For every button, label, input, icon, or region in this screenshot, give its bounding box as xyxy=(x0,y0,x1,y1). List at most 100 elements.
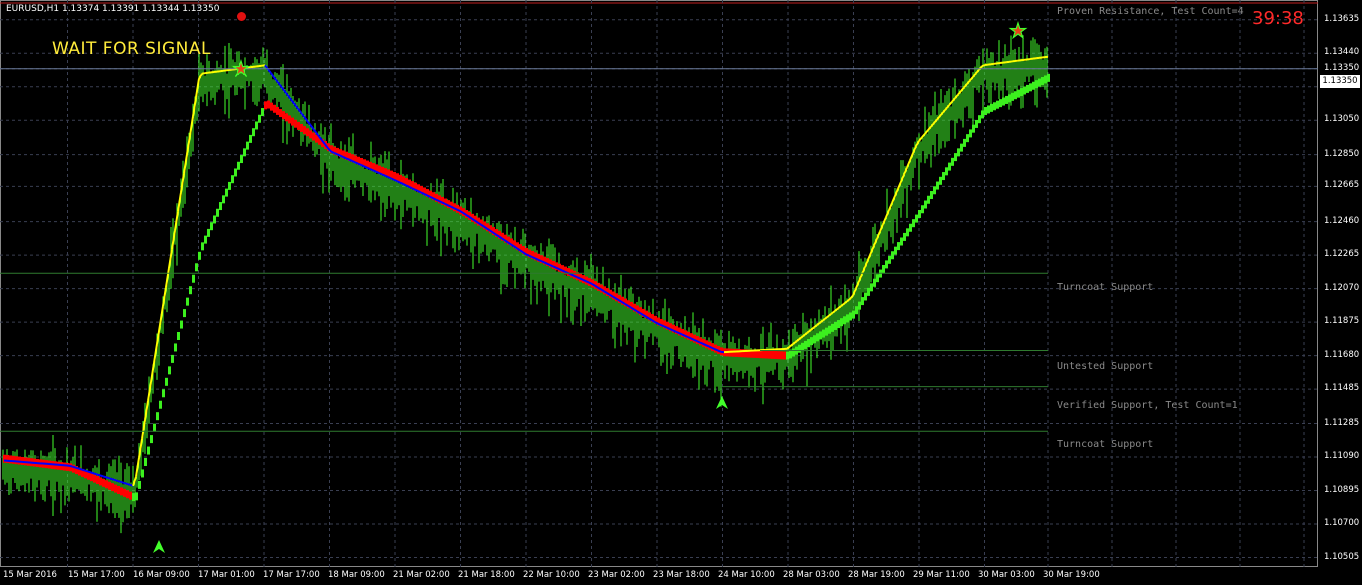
trend-band-segment xyxy=(234,168,237,177)
trend-band-segment xyxy=(177,332,180,340)
time-axis[interactable]: 15 Mar 2016 15 Mar 17:00 16 Mar 09:00 17 Ma… xyxy=(0,567,1362,585)
moving-average-segment xyxy=(333,151,338,156)
trend-band-segment xyxy=(849,312,852,321)
trend-band-segment xyxy=(831,323,834,332)
trend-band-segment xyxy=(801,342,804,351)
trend-band-segment xyxy=(969,129,972,138)
trend-band-segment xyxy=(819,331,822,340)
moving-average-segment xyxy=(588,281,593,285)
moving-average-segment xyxy=(429,195,434,200)
symbol-header: EURUSD,H1 1.13374 1.13391 1.13344 1.1335… xyxy=(6,4,220,14)
trend-band-segment xyxy=(792,348,795,357)
price-tick-label: 1.12070 xyxy=(1324,282,1360,293)
trend-band-segment xyxy=(1023,86,1026,95)
trend-band-segment xyxy=(951,157,954,166)
moving-average-segment xyxy=(360,164,365,168)
moving-average-segment xyxy=(663,325,668,329)
moving-average-segment xyxy=(558,268,563,272)
trend-band-segment xyxy=(189,286,192,295)
moving-average-segment xyxy=(363,165,368,169)
moving-average-segment xyxy=(669,328,674,332)
moving-average-segment xyxy=(981,64,986,68)
moving-average-segment xyxy=(696,340,701,344)
trend-band-segment xyxy=(291,117,294,126)
time-tick-label: 29 Mar 11:00 xyxy=(913,570,970,580)
trend-band-segment xyxy=(273,104,276,113)
trend-band-segment xyxy=(840,318,843,327)
trend-band-segment xyxy=(1020,88,1023,97)
time-tick-label: 22 Mar 10:00 xyxy=(523,570,580,580)
trend-band-segment xyxy=(777,351,780,360)
trend-band-segment xyxy=(90,473,93,482)
time-tick-label: 30 Mar 03:00 xyxy=(978,570,1035,580)
trend-band-segment xyxy=(936,181,939,190)
time-tick-label: 17 Mar 01:00 xyxy=(198,570,255,580)
trend-band-segment xyxy=(180,320,183,329)
moving-average-segment xyxy=(687,336,692,340)
price-tick-label: 1.13050 xyxy=(1324,114,1360,125)
trend-band-segment xyxy=(93,474,96,483)
trend-band-segment xyxy=(135,492,138,501)
trend-band-segment xyxy=(804,340,807,349)
trend-band-segment xyxy=(885,260,888,269)
trend-band-segment xyxy=(903,232,906,241)
moving-average-segment xyxy=(561,269,566,273)
price-tick-label: 1.11090 xyxy=(1324,451,1360,462)
moving-average-segment xyxy=(525,253,530,257)
trend-band-segment xyxy=(108,481,111,490)
trend-band-segment xyxy=(924,200,927,209)
trend-band-segment xyxy=(303,126,306,135)
moving-average-segment xyxy=(396,180,401,184)
trend-band-segment xyxy=(165,377,168,386)
trend-band-segment xyxy=(156,412,159,421)
trend-band-segment xyxy=(975,119,978,128)
moving-average-segment xyxy=(297,108,302,114)
trend-band-segment xyxy=(915,214,918,223)
trend-band-segment xyxy=(873,278,876,287)
trend-band-segment xyxy=(1032,81,1035,90)
trend-band-segment xyxy=(300,123,303,132)
moving-average-segment xyxy=(84,469,89,473)
moving-average-segment xyxy=(378,172,383,176)
trend-band-segment xyxy=(258,114,261,123)
moving-average-segment xyxy=(435,198,440,202)
trend-band-segment xyxy=(186,297,189,306)
moving-average-segment xyxy=(450,205,455,210)
moving-average-segment xyxy=(582,278,587,283)
trend-band-segment xyxy=(1005,95,1008,104)
moving-average-segment xyxy=(456,208,461,212)
trend-band-segment xyxy=(207,228,210,237)
moving-average-segment xyxy=(399,181,404,185)
moving-average-segment xyxy=(69,464,74,468)
moving-average-segment xyxy=(123,481,128,485)
trend-band-segment xyxy=(240,155,243,164)
trend-band-segment xyxy=(897,242,900,251)
time-tick-label: 15 Mar 2016 xyxy=(3,570,57,580)
trend-band-segment xyxy=(942,172,945,181)
trend-band-segment xyxy=(984,107,987,116)
moving-average-segment xyxy=(348,158,353,162)
trend-band-segment xyxy=(864,292,867,301)
moving-average-segment xyxy=(426,194,431,198)
trend-band-segment xyxy=(102,478,105,487)
moving-average-segment xyxy=(384,174,389,178)
buy-signal-arrow-icon xyxy=(716,396,728,409)
zone-label: Verified Support, Test Count=1 xyxy=(1057,400,1238,411)
trend-band-segment xyxy=(987,105,990,114)
price-tick-label: 1.10895 xyxy=(1324,484,1360,495)
time-tick-label: 23 Mar 02:00 xyxy=(588,570,645,580)
trend-band-segment xyxy=(843,316,846,325)
moving-average-segment xyxy=(540,260,545,264)
trend-band-segment xyxy=(882,264,885,273)
trend-band-segment xyxy=(900,237,903,246)
trend-band-segment xyxy=(780,351,783,360)
moving-average-segment xyxy=(372,169,377,173)
moving-average-segment xyxy=(453,207,458,211)
moving-average-segment xyxy=(108,477,113,481)
trend-band-segment xyxy=(252,128,255,137)
trend-band-segment xyxy=(228,181,231,190)
trend-band-segment xyxy=(828,325,831,334)
moving-average-segment xyxy=(441,201,446,205)
trend-band-segment xyxy=(912,219,915,228)
trend-band-segment xyxy=(243,148,246,157)
